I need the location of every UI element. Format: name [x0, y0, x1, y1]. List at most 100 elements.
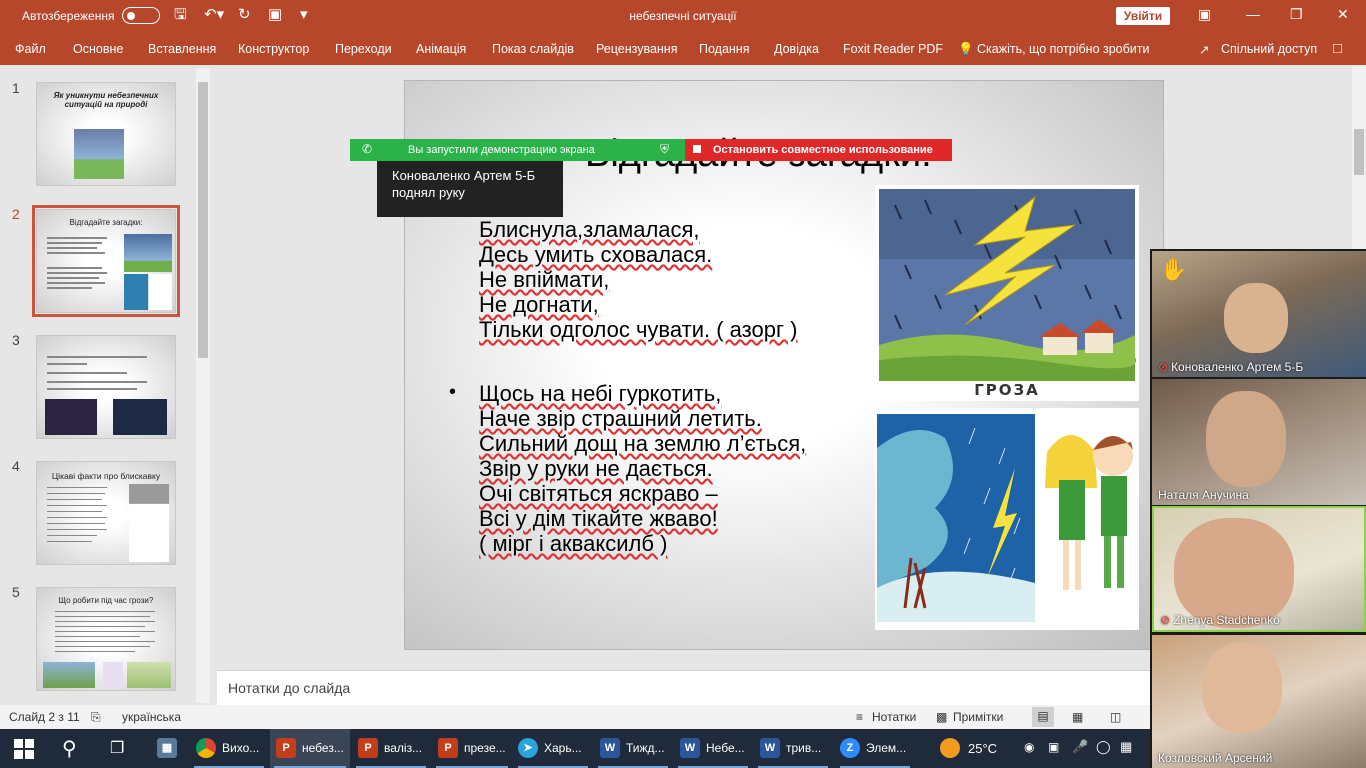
tab-file[interactable]: Файл	[15, 42, 46, 56]
taskbar-chrome[interactable]: Вихо...	[190, 729, 268, 768]
taskbar-calculator[interactable]: ▦	[146, 729, 188, 768]
redo-icon[interactable]: ↻	[238, 6, 251, 24]
riddle-line[interactable]: Наче звір страшний летить.	[479, 406, 762, 431]
participant-video-active-speaker[interactable]: ⊘ Zhenya Stadchenko	[1152, 506, 1366, 632]
signin-button[interactable]: Увійти	[1116, 7, 1170, 25]
participant-video[interactable]: Наталя Анучина	[1152, 379, 1366, 505]
telegram-icon: ➤	[518, 738, 538, 758]
riddle-line[interactable]: Блиснула,зламалася,	[479, 217, 700, 242]
language-indicator[interactable]: українська	[122, 710, 181, 724]
thumb-image	[129, 484, 169, 562]
comments-toggle-button[interactable]: Примітки	[953, 710, 1003, 724]
thumb-text-line	[47, 242, 102, 244]
slide-thumbnail-4[interactable]: Цікаві факти про блискавку	[36, 461, 176, 565]
thumb-number: 1	[12, 80, 20, 96]
reading-view-icon[interactable]: ◫	[1110, 710, 1121, 724]
tab-transitions[interactable]: Переходи	[335, 42, 392, 56]
autosave-toggle[interactable]	[122, 7, 160, 24]
participant-video[interactable]: ✋ ⊘ Коноваленко Артем 5-Б	[1152, 251, 1366, 377]
thumbnails-scrollbar[interactable]	[196, 68, 210, 703]
slide-thumbnail-2[interactable]: Відгадайте загадки:	[32, 205, 180, 317]
tray-icon[interactable]: ▣	[1048, 740, 1059, 754]
riddle-line[interactable]: Не догнати,	[479, 292, 599, 317]
thumb-text-line	[47, 505, 107, 506]
taskbar-word-1[interactable]: W Тижд...	[594, 729, 672, 768]
spellcheck-icon[interactable]: ⎘	[91, 710, 101, 725]
slide-thumbnail-5[interactable]: Що робити під час грози?	[36, 587, 176, 691]
riddle-line[interactable]: Очі світяться яскраво –	[479, 481, 718, 506]
restore-icon[interactable]: ❐	[1290, 6, 1303, 23]
tab-foxit[interactable]: Foxit Reader PDF	[843, 42, 943, 56]
tab-insert[interactable]: Вставлення	[148, 42, 216, 56]
tab-review[interactable]: Рецензування	[596, 42, 677, 56]
riddle-line[interactable]: Сильний дощ на землю л’ється,	[479, 431, 806, 456]
taskbar-powerpoint-2[interactable]: P валіз...	[352, 729, 430, 768]
tab-design[interactable]: Конструктор	[238, 42, 309, 56]
weather-widget[interactable]: 25°C	[936, 729, 1016, 768]
thunderstorm-image[interactable]: ГРОЗА	[875, 185, 1139, 401]
tab-home[interactable]: Основне	[73, 42, 123, 56]
tray-icon[interactable]: ◉	[1024, 740, 1034, 754]
ribbon-display-icon[interactable]: ▣	[1198, 6, 1211, 23]
taskbar-telegram[interactable]: ➤ Харь...	[514, 729, 592, 768]
thumb-text-line	[47, 499, 102, 500]
notes-icon: ≡	[856, 710, 864, 724]
taskbar-powerpoint-1[interactable]: P небез...	[270, 729, 350, 768]
tab-help[interactable]: Довідка	[774, 42, 819, 56]
share-icon: ↗	[1199, 43, 1210, 57]
slide-counter: Слайд 2 з 11	[9, 710, 80, 724]
comments-icon[interactable]: □	[1333, 40, 1342, 57]
tab-view[interactable]: Подання	[699, 42, 749, 56]
normal-view-icon[interactable]: ▤	[1032, 707, 1054, 727]
thumb-text-line	[55, 636, 140, 637]
thumb-title: Як уникнути небезпечних ситуацій на прир…	[53, 91, 159, 109]
stop-share-button[interactable]: Остановить совместное использование	[685, 139, 952, 161]
tab-animations[interactable]: Анімація	[416, 42, 466, 56]
riddle-line[interactable]: Тільки одголос чувати. ( азорг )	[479, 317, 797, 342]
share-button[interactable]: Спільний доступ	[1221, 42, 1317, 56]
thumb-text-line	[47, 267, 102, 269]
taskbar-word-3[interactable]: W трив...	[754, 729, 832, 768]
rain-children-image[interactable]	[875, 408, 1139, 630]
minimize-icon[interactable]: —	[1246, 6, 1260, 22]
title-bar: Автозбереження 🖫 ↶▾ ↻ ▣ ▾ небезпечні сит…	[0, 0, 1366, 32]
zoom-tray-icon[interactable]: ◯	[1096, 739, 1111, 755]
participant-video[interactable]: Козловский Арсений	[1152, 635, 1366, 768]
chrome-icon	[196, 738, 216, 758]
tray-icon[interactable]: ▦	[1120, 739, 1132, 755]
undo-icon[interactable]: ↶▾	[204, 6, 224, 24]
riddle-line[interactable]: Всі у дім тікайте жваво!	[479, 506, 718, 531]
taskbar-powerpoint-3[interactable]: P презе...	[432, 729, 512, 768]
task-view-button[interactable]: ❐	[96, 729, 142, 768]
temperature: 25°C	[968, 741, 998, 756]
riddle-line[interactable]: Не впіймати,	[479, 267, 609, 292]
windows-icon	[14, 739, 34, 759]
search-button[interactable]: ⚲	[48, 729, 96, 768]
riddle-line[interactable]: Звір у руки не дається.	[479, 456, 713, 481]
microphone-icon[interactable]: 🎤	[1072, 739, 1088, 755]
slide-sorter-icon[interactable]: ▦	[1072, 710, 1083, 724]
start-button[interactable]	[0, 729, 48, 768]
riddle-line[interactable]: ( мірг і акваксилб )	[479, 531, 667, 556]
close-icon[interactable]: ✕	[1337, 6, 1349, 23]
thumb-text-line	[47, 372, 127, 374]
slide-thumbnail-1[interactable]: Як уникнути небезпечних ситуацій на прир…	[36, 82, 176, 186]
notes-toggle-button[interactable]: Нотатки	[872, 710, 916, 724]
tell-me-search[interactable]: Скажіть, що потрібно зробити	[977, 42, 1150, 56]
ribbon-tabs: Файл Основне Вставлення Конструктор Пере…	[0, 32, 1366, 65]
riddle-line[interactable]: Десь умить сховалася.	[479, 242, 712, 267]
thumb-text-line	[47, 282, 105, 284]
taskbar-word-2[interactable]: W Небе...	[674, 729, 752, 768]
slide-thumbnail-3[interactable]	[36, 335, 176, 439]
screen-share-banner: ✆ Вы запустили демонстрацию экрана ⛨	[350, 139, 685, 161]
scrollbar-thumb[interactable]	[198, 82, 208, 358]
scrollbar-thumb[interactable]	[1354, 129, 1364, 175]
taskbar-zoom[interactable]: Z Элем...	[836, 729, 914, 768]
save-icon[interactable]: 🖫	[174, 6, 187, 24]
task-view-icon: ❐	[110, 740, 125, 757]
thumb-text-line	[47, 287, 92, 289]
tab-slideshow[interactable]: Показ слайдів	[492, 42, 574, 56]
start-slideshow-icon[interactable]: ▣	[268, 6, 282, 24]
customize-toolbar-icon[interactable]: ▾	[300, 6, 308, 24]
riddle-line[interactable]: Щось на небі гуркотить,	[479, 381, 721, 406]
